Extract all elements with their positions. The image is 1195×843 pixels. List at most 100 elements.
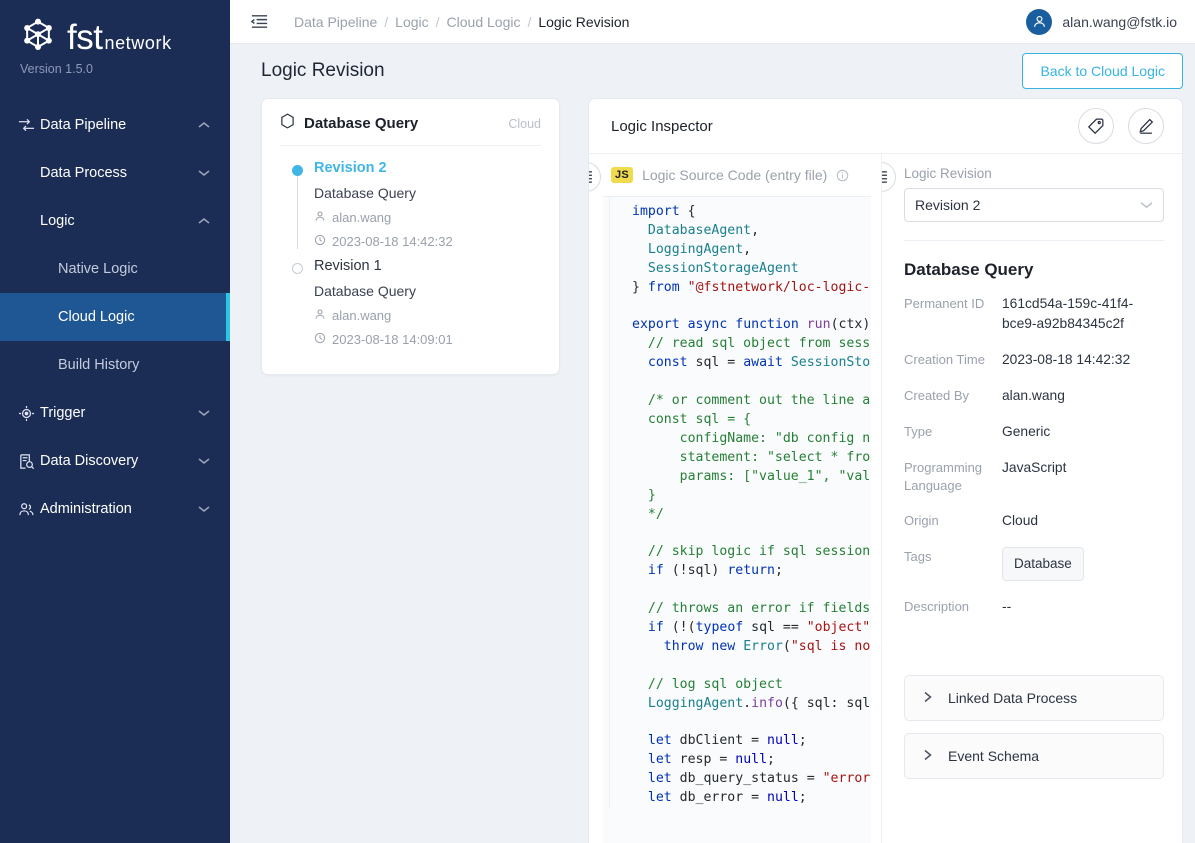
chevron-down-icon: [1140, 201, 1153, 209]
detail-row-tags: Tags Database: [904, 547, 1164, 581]
sidebar-item-data-process[interactable]: Data Process: [0, 149, 230, 197]
detail-row: Programming Language JavaScript: [904, 458, 1164, 495]
chevron-down-icon: [198, 457, 212, 465]
detail-value: 161cd54a-159c-41f4-bce9-a92b84345c2f: [1002, 294, 1164, 334]
page-title: Logic Revision: [261, 60, 385, 82]
code-editor[interactable]: import { DatabaseAgent, LoggingAgent, Se…: [603, 196, 871, 843]
info-icon[interactable]: [836, 169, 849, 182]
detail-row: Origin Cloud: [904, 511, 1164, 531]
sidebar-item-administration[interactable]: Administration: [0, 485, 230, 533]
user-icon: [314, 210, 326, 225]
accordion-event-schema[interactable]: Event Schema: [904, 733, 1164, 779]
main-area: Data Pipeline / Logic / Cloud Logic / Lo…: [230, 0, 1195, 843]
content-area: Database Query Cloud Revision 2 Database…: [230, 98, 1195, 843]
sidebar-item-data-discovery[interactable]: Data Discovery: [0, 437, 230, 485]
revision-select-label: Logic Revision: [904, 166, 1164, 181]
detail-row: Creation Time 2023-08-18 14:42:32: [904, 350, 1164, 370]
discovery-icon: [18, 453, 40, 470]
sidebar-item-label: Administration: [40, 501, 198, 517]
brand-suffix: network: [104, 33, 171, 54]
revision-timestamp-label: 2023-08-18 14:42:32: [332, 234, 453, 249]
breadcrumb-item-data-pipeline[interactable]: Data Pipeline: [294, 14, 377, 30]
avatar: [1026, 9, 1052, 35]
version-label: Version 1.5.0: [20, 62, 230, 76]
chevron-down-icon: [198, 409, 212, 417]
detail-value: Cloud: [1002, 511, 1164, 531]
sidebar-item-build-history[interactable]: Build History: [0, 341, 230, 389]
revision-timeline: Revision 2 Database Query alan.wang: [280, 146, 541, 347]
sidebar-item-label: Build History: [58, 357, 212, 373]
detail-row: Type Generic: [904, 422, 1164, 442]
revision-author-label: alan.wang: [332, 308, 391, 323]
logic-inspector-panel: Logic Inspector: [588, 98, 1183, 843]
breadcrumb: Data Pipeline / Logic / Cloud Logic / Lo…: [294, 14, 629, 30]
accordion-label: Linked Data Process: [948, 690, 1077, 706]
pencil-icon[interactable]: [1128, 108, 1164, 144]
page-header: Logic Revision Back to Cloud Logic: [230, 44, 1195, 98]
revision-card-origin: Cloud: [508, 117, 541, 131]
detail-row: Created By alan.wang: [904, 386, 1164, 406]
detail-label: Programming Language: [904, 458, 1002, 495]
trigger-icon: [18, 405, 40, 422]
sidebar-nav: Data Pipeline Data Process Logic Native …: [0, 101, 230, 533]
sidebar-item-label: Native Logic: [58, 261, 212, 277]
revision-logic-name: Database Query: [314, 283, 541, 299]
list-item[interactable]: Revision 2 Database Query alan.wang: [280, 160, 541, 249]
user-menu[interactable]: alan.wang@fstk.io: [1026, 9, 1177, 35]
sidebar-item-label: Data Pipeline: [40, 117, 198, 133]
revision-card-header: Database Query Cloud: [280, 113, 541, 146]
timeline-dot-selected-icon: [292, 165, 303, 176]
breadcrumb-item-logic[interactable]: Logic: [395, 14, 428, 30]
status-badge: Database: [1002, 547, 1084, 581]
sidebar-item-label: Cloud Logic: [58, 309, 212, 325]
revision-author: alan.wang: [314, 308, 541, 323]
source-code-header: JS Logic Source Code (entry file): [589, 154, 881, 196]
tag-icon[interactable]: [1078, 108, 1114, 144]
chevron-down-icon: [198, 505, 212, 513]
breadcrumb-item-logic-revision: Logic Revision: [538, 14, 629, 30]
sidebar-item-data-pipeline[interactable]: Data Pipeline: [0, 101, 230, 149]
list-item[interactable]: Revision 1 Database Query alan.wang: [280, 258, 541, 347]
detail-row: Permanent ID 161cd54a-159c-41f4-bce9-a92…: [904, 294, 1164, 334]
sidebar-item-logic[interactable]: Logic: [0, 197, 230, 245]
back-to-cloud-logic-button[interactable]: Back to Cloud Logic: [1022, 53, 1183, 89]
sidebar-item-label: Trigger: [40, 405, 198, 421]
accordion-label: Event Schema: [948, 748, 1039, 764]
revision-list-column: Database Query Cloud Revision 2 Database…: [261, 98, 588, 843]
detail-label: Origin: [904, 511, 1002, 530]
inspector-actions: [1078, 108, 1164, 144]
revision-timestamp: 2023-08-18 14:09:01: [314, 332, 541, 347]
revision-name: Revision 2: [314, 160, 541, 176]
revision-card-title: Database Query: [304, 115, 418, 132]
code-text[interactable]: import { DatabaseAgent, LoggingAgent, Se…: [609, 197, 871, 808]
fst-logo-icon: [18, 18, 58, 56]
breadcrumb-item-cloud-logic[interactable]: Cloud Logic: [447, 14, 521, 30]
brand-name: fst: [67, 20, 102, 55]
administration-icon: [18, 501, 40, 518]
sidebar-item-native-logic[interactable]: Native Logic: [0, 245, 230, 293]
accordion-linked-data-process[interactable]: Linked Data Process: [904, 675, 1164, 721]
spacer: [904, 633, 1164, 663]
detail-content: Logic Revision Revision 2 Database Query…: [882, 154, 1164, 779]
sidebar-item-cloud-logic[interactable]: Cloud Logic: [0, 293, 230, 341]
inspector-title: Logic Inspector: [611, 118, 713, 135]
breadcrumb-separator: /: [527, 14, 531, 30]
inspector-body: JS Logic Source Code (entry file) import…: [589, 154, 1182, 843]
detail-value: --: [1002, 597, 1164, 617]
detail-label: Permanent ID: [904, 294, 1002, 313]
revision-author: alan.wang: [314, 210, 541, 225]
revision-select[interactable]: Revision 2: [904, 188, 1164, 222]
sidebar-item-label: Data Discovery: [40, 453, 198, 469]
sidebar-item-label: Data Process: [40, 165, 198, 181]
detail-row-description: Description --: [904, 597, 1164, 617]
user-email-label: alan.wang@fstk.io: [1062, 14, 1177, 30]
collapse-sidebar-icon[interactable]: [246, 9, 272, 35]
sidebar-item-trigger[interactable]: Trigger: [0, 389, 230, 437]
clock-icon: [314, 332, 326, 347]
inspector-header: Logic Inspector: [589, 99, 1182, 154]
source-code-label: Logic Source Code (entry file): [642, 167, 827, 183]
detail-heading: Database Query: [904, 260, 1164, 280]
chevron-right-icon: [923, 690, 934, 706]
brand-block: fst network Version 1.5.0: [0, 0, 230, 76]
detail-value: Generic: [1002, 422, 1164, 442]
